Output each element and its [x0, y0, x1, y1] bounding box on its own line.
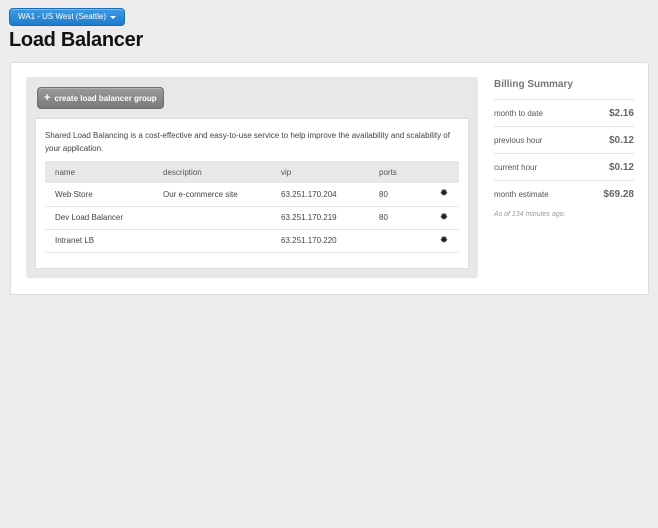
billing-row-previous-hour: previous hour $0.12	[494, 126, 634, 153]
billing-value: $0.12	[608, 161, 634, 173]
billing-timestamp-note: As of 134 minutes ago.	[494, 211, 566, 218]
column-header-ports: ports	[369, 161, 429, 183]
billing-value: $0.12	[608, 134, 634, 146]
billing-row-month-to-date: month to date $2.16	[494, 99, 634, 126]
caret-down-icon	[110, 15, 117, 19]
gear-icon[interactable]: ✹	[440, 212, 448, 223]
row-vip: 63.251.170.219	[271, 206, 369, 230]
row-description: Our e-commerce site	[153, 183, 271, 207]
column-header-name: name	[45, 161, 153, 183]
column-header-actions	[429, 161, 459, 183]
billing-label: month estimate	[494, 189, 549, 199]
load-balancer-table: name description vip ports Web Store Our…	[45, 161, 459, 253]
billing-title: Billing Summary	[494, 79, 573, 90]
main-card: + create load balancer group Shared Load…	[10, 62, 649, 295]
page-title: Load Balancer	[9, 29, 143, 51]
region-label: WA1 - US West (Seattle)	[18, 12, 107, 21]
create-load-balancer-group-button[interactable]: + create load balancer group	[37, 87, 164, 109]
gear-icon[interactable]: ✹	[440, 189, 448, 199]
plus-icon: +	[44, 91, 51, 104]
table-row[interactable]: Intranet LB 63.251.170.220 ✹	[45, 229, 459, 253]
billing-row-current-hour: current hour $0.12	[494, 153, 634, 180]
billing-label: previous hour	[494, 135, 543, 145]
billing-summary: Billing Summary month to date $2.16 prev…	[494, 75, 634, 218]
row-description	[153, 229, 271, 253]
gear-icon[interactable]: ✹	[440, 235, 448, 246]
row-vip: 63.251.170.204	[271, 183, 369, 207]
row-ports: 80	[369, 183, 429, 207]
table-header-row: name description vip ports	[45, 161, 459, 183]
table-row[interactable]: Dev Load Balancer 63.251.170.219 80 ✹	[45, 206, 459, 230]
create-button-label: create load balancer group	[54, 93, 157, 103]
region-dropdown[interactable]: WA1 - US West (Seattle)	[9, 8, 126, 26]
column-header-description: description	[153, 161, 271, 183]
page: WA1 - US West (Seattle) Load Balancer + …	[0, 0, 658, 528]
load-balancer-list: Shared Load Balancing is a cost-effectiv…	[35, 118, 469, 269]
row-actions[interactable]: ✹	[429, 183, 459, 207]
billing-row-month-estimate: month estimate $69.28	[494, 180, 634, 207]
row-actions[interactable]: ✹	[429, 206, 459, 230]
row-vip: 63.251.170.220	[271, 229, 369, 253]
row-name[interactable]: Web Store	[45, 183, 153, 207]
table-row[interactable]: Web Store Our e-commerce site 63.251.170…	[45, 183, 459, 207]
column-header-vip: vip	[271, 161, 369, 183]
row-description	[153, 206, 271, 230]
row-ports: 80	[369, 206, 429, 230]
billing-label: month to date	[494, 108, 543, 118]
billing-value: $69.28	[603, 188, 634, 200]
load-balancer-panel: + create load balancer group Shared Load…	[26, 77, 478, 278]
row-name[interactable]: Dev Load Balancer	[45, 206, 153, 230]
row-ports	[369, 229, 429, 253]
row-name[interactable]: Intranet LB	[45, 229, 153, 253]
billing-label: current hour	[494, 162, 538, 172]
row-actions[interactable]: ✹	[429, 229, 459, 253]
billing-value: $2.16	[608, 107, 634, 119]
service-description: Shared Load Balancing is a cost-effectiv…	[45, 131, 450, 153]
